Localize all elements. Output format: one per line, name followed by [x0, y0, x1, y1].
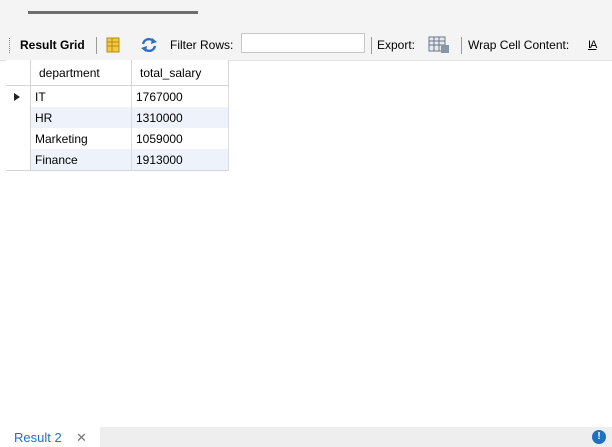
- table-row[interactable]: Marketing 1059000: [6, 128, 229, 149]
- cell-department[interactable]: Finance: [30, 149, 132, 171]
- cell-total-salary[interactable]: 1913000: [131, 149, 229, 171]
- form-editor-icon[interactable]: [105, 30, 121, 60]
- result-grid-tab[interactable]: Result Grid: [20, 30, 85, 60]
- wrap-cell-content-label: Wrap Cell Content:: [468, 38, 570, 52]
- filter-rows-input[interactable]: [241, 33, 365, 53]
- row-marker[interactable]: [6, 128, 31, 149]
- column-header-total-salary[interactable]: total_salary: [131, 60, 229, 86]
- table-row[interactable]: HR 1310000: [6, 107, 229, 128]
- export-label: Export:: [377, 38, 416, 52]
- cell-total-salary[interactable]: 1059000: [131, 128, 229, 149]
- cell-department[interactable]: IT: [30, 85, 132, 107]
- row-marker[interactable]: [6, 85, 31, 107]
- result-tab[interactable]: Result 2 ✕: [0, 427, 100, 447]
- column-header-department[interactable]: department: [30, 60, 132, 86]
- toolbar-grip: [9, 38, 12, 53]
- table-row[interactable]: IT 1767000: [6, 85, 229, 107]
- close-icon[interactable]: ✕: [76, 430, 87, 446]
- table-row[interactable]: Finance 1913000: [6, 149, 229, 171]
- filter-rows-label: Filter Rows:: [170, 38, 234, 52]
- row-marker[interactable]: [6, 107, 31, 128]
- result-grid: department total_salary IT 1767000 HR 13…: [6, 60, 229, 171]
- toolbar-separator: [371, 37, 372, 54]
- cell-total-salary[interactable]: 1310000: [131, 107, 229, 128]
- row-marker[interactable]: [6, 149, 31, 171]
- info-icon[interactable]: !: [592, 430, 606, 444]
- result-tab-label[interactable]: Result 2: [14, 430, 62, 445]
- export-icon[interactable]: [428, 30, 450, 60]
- current-row-arrow-icon: [14, 92, 20, 101]
- wrap-cell-content-icon[interactable]: IA: [588, 30, 597, 60]
- header-row: department total_salary: [6, 60, 229, 86]
- panel-splitter-handle[interactable]: [28, 11, 198, 14]
- refresh-icon[interactable]: [140, 30, 158, 60]
- row-header-corner[interactable]: [6, 60, 31, 86]
- cell-total-salary[interactable]: 1767000: [131, 85, 229, 107]
- result-tabs-bar: Result 2 ✕ !: [0, 427, 612, 447]
- toolbar-separator: [96, 37, 97, 54]
- cell-department[interactable]: HR: [30, 107, 132, 128]
- results-top-strip: [0, 0, 612, 30]
- toolbar-separator: [461, 37, 462, 54]
- cell-department[interactable]: Marketing: [30, 128, 132, 149]
